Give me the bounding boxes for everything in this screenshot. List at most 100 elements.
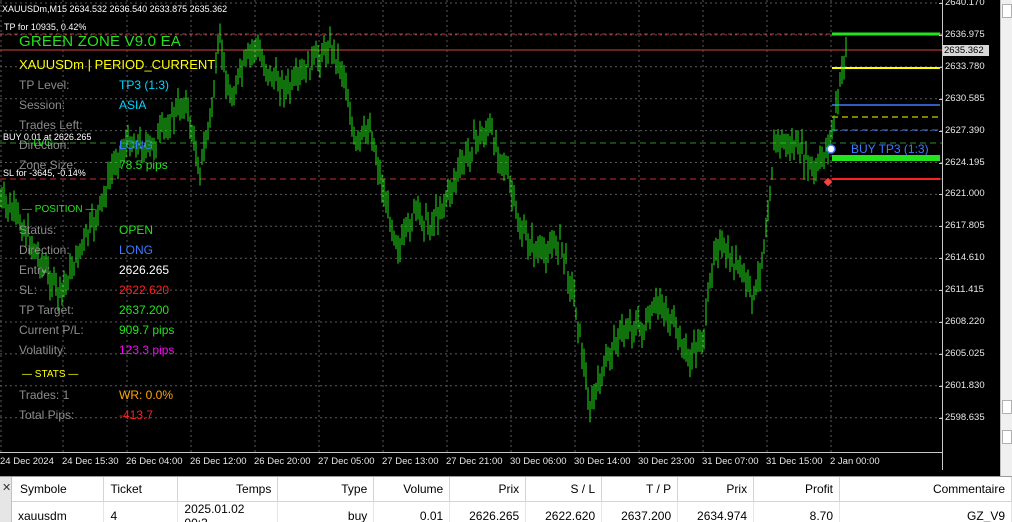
price-axis: 2640.170 2636.975 2633.780 2630.585 2627.390…: [939, 0, 1000, 470]
time-axis-label: 24 Dec 15:30: [62, 456, 119, 467]
price-axis-tick: [939, 385, 943, 387]
price-axis-tick: [939, 130, 943, 132]
sl-note: SL for -3645, -0.14%: [3, 168, 86, 178]
info-value: OPEN: [119, 223, 154, 237]
right-scrollbar[interactable]: [1000, 0, 1012, 476]
price-axis-label: 2598.635: [945, 411, 985, 423]
price-axis-label: 2605.025: [945, 347, 985, 359]
info-label: Current P/L:: [19, 323, 84, 337]
price-axis-tick: [939, 162, 943, 164]
price-axis-label: 2636.975: [945, 28, 985, 40]
price-axis-tick: [939, 226, 943, 228]
info-label: Entry:: [19, 263, 51, 277]
info-label: Session:: [19, 98, 66, 112]
table-cell: 2637.200: [601, 501, 679, 522]
price-axis-label: 2617.805: [945, 220, 985, 232]
time-axis-label: 30 Dec 06:00: [510, 456, 567, 467]
time-axis-label: 30 Dec 23:00: [638, 456, 695, 467]
price-axis-label: 2614.610: [945, 252, 985, 264]
info-label: TP Level:: [19, 78, 70, 92]
info-value: 2622.620: [119, 283, 170, 297]
scroll-button[interactable]: [1002, 400, 1012, 414]
scroll-button[interactable]: [1002, 4, 1012, 18]
price-axis-label: 2601.830: [945, 379, 985, 391]
time-axis-label: 26 Dec 12:00: [190, 456, 247, 467]
table-cell: 2025.01.02 00:3...: [177, 501, 279, 522]
time-axis-label: 26 Dec 20:00: [254, 456, 311, 467]
current-price-tag: 2635.362: [943, 45, 989, 56]
stats-header: — STATS —: [22, 369, 79, 380]
info-value: TP3 (1:3): [119, 78, 170, 92]
column-header[interactable]: Ticket: [103, 477, 179, 502]
table-cell: 4: [103, 501, 179, 522]
table-row[interactable]: xauusdm42025.01.02 00:3...buy0.012626.26…: [12, 501, 1012, 522]
trades-table: Symbole Ticket Temps Type Volume Prix S / LT /…: [12, 477, 1012, 522]
price-axis-label: 2640.170: [945, 0, 985, 8]
info-label: Direction:: [19, 243, 70, 257]
price-axis-label: 2630.585: [945, 92, 985, 104]
info-label: Volatility:: [19, 343, 67, 357]
info-value: ASIA: [119, 98, 147, 112]
ea-subtitle: XAUUSDm | PERIOD_CURRENT: [19, 57, 216, 72]
price-axis-tick: [939, 3, 943, 4]
table-body: xauusdm42025.01.02 00:3...buy0.012626.26…: [12, 501, 1012, 522]
time-axis-label: 27 Dec 21:00: [446, 456, 503, 467]
column-header[interactable]: Volume: [373, 477, 451, 502]
column-header[interactable]: Temps: [177, 477, 279, 502]
time-axis-label: 27 Dec 05:00: [318, 456, 375, 467]
close-icon[interactable]: ✕: [2, 481, 11, 494]
table-cell: GZ_V9: [839, 501, 1012, 522]
info-value: 123.3 pips: [119, 343, 175, 357]
column-header[interactable]: Prix: [677, 477, 755, 502]
info-label: TP Target:: [19, 303, 74, 317]
info-value: 2626.265: [119, 263, 170, 277]
position-header: — POSITION —: [22, 204, 96, 215]
buy-tp3-label: BUY TP3 (1:3): [851, 142, 929, 156]
price-axis-tick: [939, 258, 943, 260]
price-axis-label: 2624.195: [945, 156, 985, 168]
info-value: 2637.200: [119, 303, 170, 317]
column-header[interactable]: Profit: [753, 477, 841, 502]
time-axis-label: 31 Dec 07:00: [702, 456, 759, 467]
price-axis-label: 2608.220: [945, 316, 985, 327]
table-header: Symbole Ticket Temps Type Volume Prix S / LT /…: [12, 477, 1012, 502]
symbol-header: XAUUSDm,M15 2634.532 2636.540 2633.875 2…: [2, 4, 228, 14]
info-value: LONG: [119, 243, 154, 257]
table-cell: xauusdm: [12, 501, 105, 522]
column-header[interactable]: T / P: [601, 477, 679, 502]
entry-marker-icon: [826, 144, 836, 154]
time-axis-label: 27 Dec 13:00: [382, 456, 439, 467]
info-label: SL:: [19, 283, 38, 297]
price-axis-tick: [939, 34, 943, 36]
table-cell: buy: [277, 501, 375, 522]
column-header[interactable]: Commentaire: [839, 477, 1012, 502]
info-value: 78.5 pips: [119, 158, 168, 172]
info-value: LONG: [119, 138, 154, 152]
time-axis-label: 24 Dec 2024: [0, 456, 54, 467]
price-axis-tick: [939, 353, 943, 355]
price-axis-tick: [939, 290, 943, 292]
terminal-handle[interactable]: ✕: [0, 477, 12, 522]
time-axis-label: 31 Dec 15:00: [766, 456, 823, 467]
column-header[interactable]: Type: [277, 477, 375, 502]
table-cell: 8.70: [753, 501, 841, 522]
scroll-button[interactable]: [1002, 430, 1012, 444]
info-value: WR: 0.0%: [119, 388, 174, 402]
ea-title: GREEN ZONE V9.0 EA: [19, 33, 181, 50]
column-header[interactable]: Prix: [449, 477, 527, 502]
table-cell: 0.01: [373, 501, 451, 522]
price-axis-tick: [939, 98, 943, 100]
column-header[interactable]: S / L: [525, 477, 603, 502]
price-axis-tick: [939, 417, 943, 419]
tvg-label: — TVG —: [19, 138, 65, 149]
column-header[interactable]: Symbole: [12, 477, 105, 502]
tp-note: TP for 10935, 0.42%: [4, 22, 87, 32]
table-cell: 2626.265: [449, 501, 527, 522]
trade-terminal: ✕ Symbole Ticket Temps Type Volume Prix S / LT…: [0, 476, 1012, 522]
price-axis-tick: [939, 66, 943, 68]
table-cell: 2622.620: [525, 501, 603, 522]
price-axis-label: 2633.780: [945, 60, 985, 72]
price-axis-tick: [939, 322, 943, 323]
time-axis-label: 26 Dec 04:00: [126, 456, 183, 467]
price-chart[interactable]: 2640.170 2636.975 2633.780 2630.585 2627.390…: [0, 0, 1000, 476]
